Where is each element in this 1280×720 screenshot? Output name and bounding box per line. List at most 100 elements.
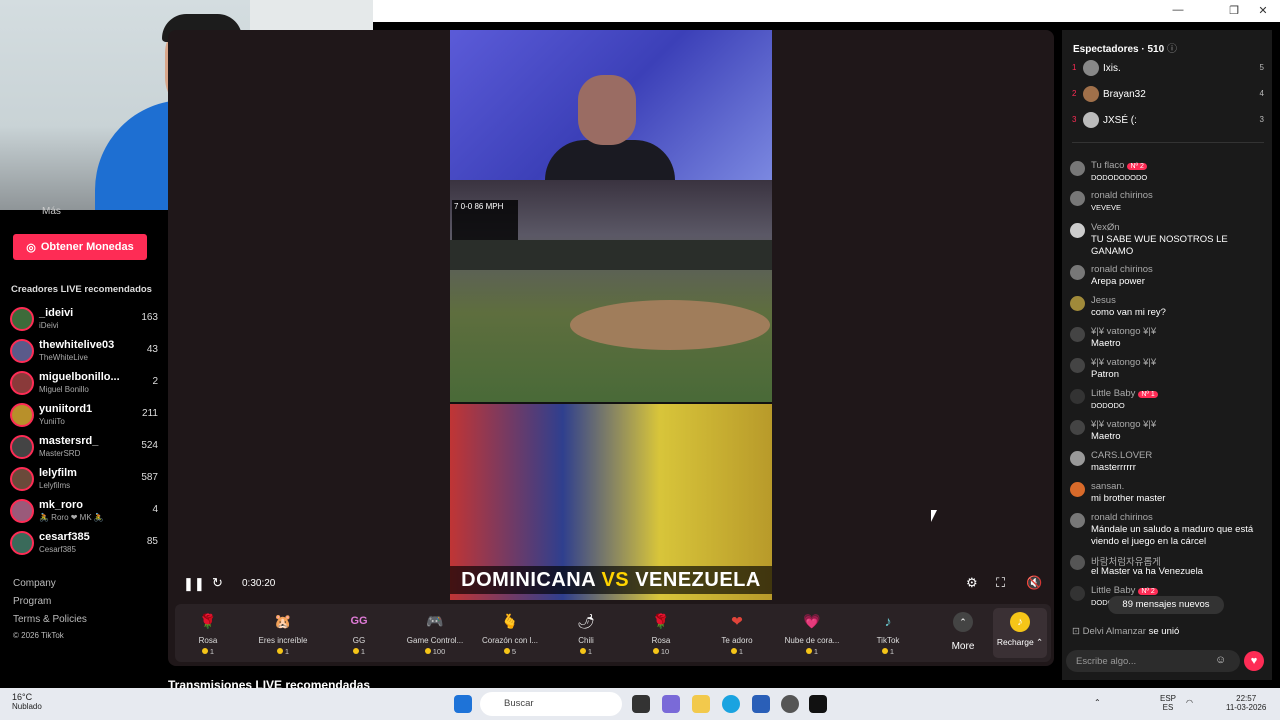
viewer-count: 85: [146, 536, 158, 547]
gift-item[interactable]: 🌶 Chili 1: [548, 608, 624, 660]
minimize-icon[interactable]: —: [1168, 4, 1188, 16]
footer-program-link[interactable]: Program: [13, 596, 51, 607]
gift-price: 1: [813, 647, 819, 656]
gift-item[interactable]: 🎮 Game Control... 100: [397, 608, 473, 660]
taskbar-search[interactable]: Buscar: [480, 692, 622, 716]
gift-item[interactable]: 🐹 Eres increíble 1: [245, 608, 321, 660]
gift-item[interactable]: ♪ TikTok 1: [850, 608, 926, 660]
finger-heart-icon: 🫰: [501, 613, 519, 629]
gift-item[interactable]: 🌹 Rosa 1: [170, 608, 246, 660]
message-user: ¥|¥ vatongo ¥|¥: [1091, 326, 1157, 337]
start-icon[interactable]: [454, 695, 472, 713]
top-viewer[interactable]: 2 Brayan32 4: [1072, 86, 1264, 106]
footer-company-link[interactable]: Company: [13, 578, 56, 589]
top-viewer[interactable]: 3 JXSÉ (: 3: [1072, 112, 1264, 132]
avatar: [10, 339, 34, 363]
viewer-count: 4: [152, 504, 158, 515]
gift-price: 1: [587, 647, 593, 656]
tray-chevron-icon[interactable]: ⌃: [1094, 698, 1101, 707]
message-user: ronald chirinos: [1091, 512, 1153, 523]
message-user: ¥|¥ vatongo ¥|¥: [1091, 419, 1157, 430]
windows-taskbar: 16°C Nublado Buscar ⌃ ESP ES ◠ 22:57 11-…: [0, 688, 1280, 720]
more-gifts-button[interactable]: ⌃ More: [943, 612, 983, 652]
like-heart-icon[interactable]: ♥: [1244, 651, 1264, 671]
refresh-icon[interactable]: ↻: [212, 575, 223, 591]
chili-icon: 🌶: [577, 613, 595, 629]
chrome-icon[interactable]: [781, 695, 799, 713]
chat-input[interactable]: Escribe algo...: [1066, 650, 1240, 672]
footer-terms-link[interactable]: Terms & Policies: [13, 614, 87, 625]
avatar: [1070, 265, 1085, 280]
message-user: Tu flaco Nº 2: [1091, 160, 1147, 171]
creator-item[interactable]: mastersrd_ MasterSRD 524: [10, 434, 160, 462]
joined-user: Delvi Almanzar: [1082, 626, 1146, 637]
viewer-rank: 3: [1072, 115, 1077, 124]
gift-item[interactable]: ❤ Te adoro 1: [699, 608, 775, 660]
message-text: Mándale un saludo a maduro que está vien…: [1091, 524, 1254, 547]
pause-icon[interactable]: ❚❚: [183, 576, 205, 592]
edge-icon[interactable]: [722, 695, 740, 713]
message-text: masterrrrrr: [1091, 462, 1136, 473]
join-notice: ⊡ Delvi Almanzar se unió: [1072, 626, 1179, 637]
viewer-count: 2: [152, 376, 158, 387]
language-indicator[interactable]: ESP ES: [1160, 694, 1176, 712]
gift-item[interactable]: 🌹 Rosa 10: [623, 608, 699, 660]
message-user: VexØn: [1091, 222, 1120, 233]
coin-icon: ♪: [1010, 612, 1030, 632]
tiktok-icon: ♪: [884, 613, 892, 629]
message-text: como van mi rey?: [1091, 307, 1166, 318]
avatar: [1070, 358, 1085, 373]
team-right: VENEZUELA: [635, 569, 761, 591]
file-explorer-icon[interactable]: [692, 695, 710, 713]
weather-condition: Nublado: [12, 702, 42, 711]
wifi-icon[interactable]: ◠: [1186, 698, 1193, 707]
weather-widget[interactable]: 16°C Nublado: [12, 692, 42, 711]
info-icon[interactable]: ⓘ: [1167, 44, 1177, 55]
creator-item[interactable]: cesarf385 Cesarf385 85: [10, 530, 160, 558]
gift-name: TikTok: [876, 636, 900, 645]
settings-icon[interactable]: ⚙: [966, 575, 978, 591]
message-user: ronald chirinos: [1091, 190, 1153, 201]
avatar: [1083, 86, 1099, 102]
close-icon[interactable]: ✕: [1253, 4, 1273, 17]
avatar: [1070, 223, 1085, 238]
mute-icon[interactable]: 🔇: [1026, 575, 1042, 591]
creator-item[interactable]: _ideivi iDeivi 163: [10, 306, 160, 334]
emoji-icon[interactable]: ☺: [1215, 654, 1226, 666]
top-viewer[interactable]: 1 Ixis. 5: [1072, 60, 1264, 80]
creator-item[interactable]: miguelbonillo... Miguel Bonillo 2: [10, 370, 160, 398]
store-icon[interactable]: [752, 695, 770, 713]
tiktok-app-icon[interactable]: [809, 695, 827, 713]
fullscreen-icon[interactable]: ⛶: [996, 575, 1005, 591]
message-text: mi brother master: [1091, 493, 1166, 504]
gift-item[interactable]: 💗 Nube de cora... 1: [774, 608, 850, 660]
creator-subname: MasterSRD: [39, 449, 81, 458]
message-text: el Master va ha Venezuela: [1091, 566, 1203, 577]
chat-panel: Espectadores · 510 ⓘ 1 Ixis. 5 2 Brayan3…: [1062, 30, 1272, 680]
new-messages-pill[interactable]: 89 mensajes nuevos: [1108, 596, 1224, 614]
gift-price: 1: [360, 647, 366, 656]
creator-item[interactable]: mk_roro 🚴 Roro ❤ MK 🚴 4: [10, 498, 160, 526]
creator-name: lelyfilm: [39, 467, 77, 479]
creator-subname: iDeivi: [39, 321, 59, 330]
task-view-icon[interactable]: [632, 695, 650, 713]
copilot-icon[interactable]: [662, 695, 680, 713]
creator-item[interactable]: thewhitelive03 TheWhiteLive 43: [10, 338, 160, 366]
get-coins-button[interactable]: ◎ Obtener Monedas: [13, 234, 147, 260]
avatar: [10, 499, 34, 523]
clock[interactable]: 22:57 11-03-2026: [1226, 694, 1266, 712]
creator-item[interactable]: yuniitord1 YuniiTo 211: [10, 402, 160, 430]
gift-item[interactable]: GG GG 1: [321, 608, 397, 660]
recharge-button[interactable]: ♪ Recharge ⌃: [993, 608, 1047, 658]
gift-name: Game Control...: [406, 636, 464, 645]
mouse-cursor: [931, 510, 943, 522]
gift-item[interactable]: 🫰 Corazón con l... 5: [472, 608, 548, 660]
more-link[interactable]: Más: [42, 206, 61, 217]
divider: [1072, 142, 1264, 143]
maximize-icon[interactable]: ❐: [1224, 4, 1244, 17]
more-label: More: [951, 641, 975, 652]
creator-item[interactable]: lelyfilm Lelyfilms 587: [10, 466, 160, 494]
live-video[interactable]: 7 0-0 86 MPH DOMINICANA VS VENEZUELA: [450, 30, 772, 600]
user-join-icon: ⊡: [1072, 626, 1080, 637]
creator-name: yuniitord1: [39, 403, 93, 415]
